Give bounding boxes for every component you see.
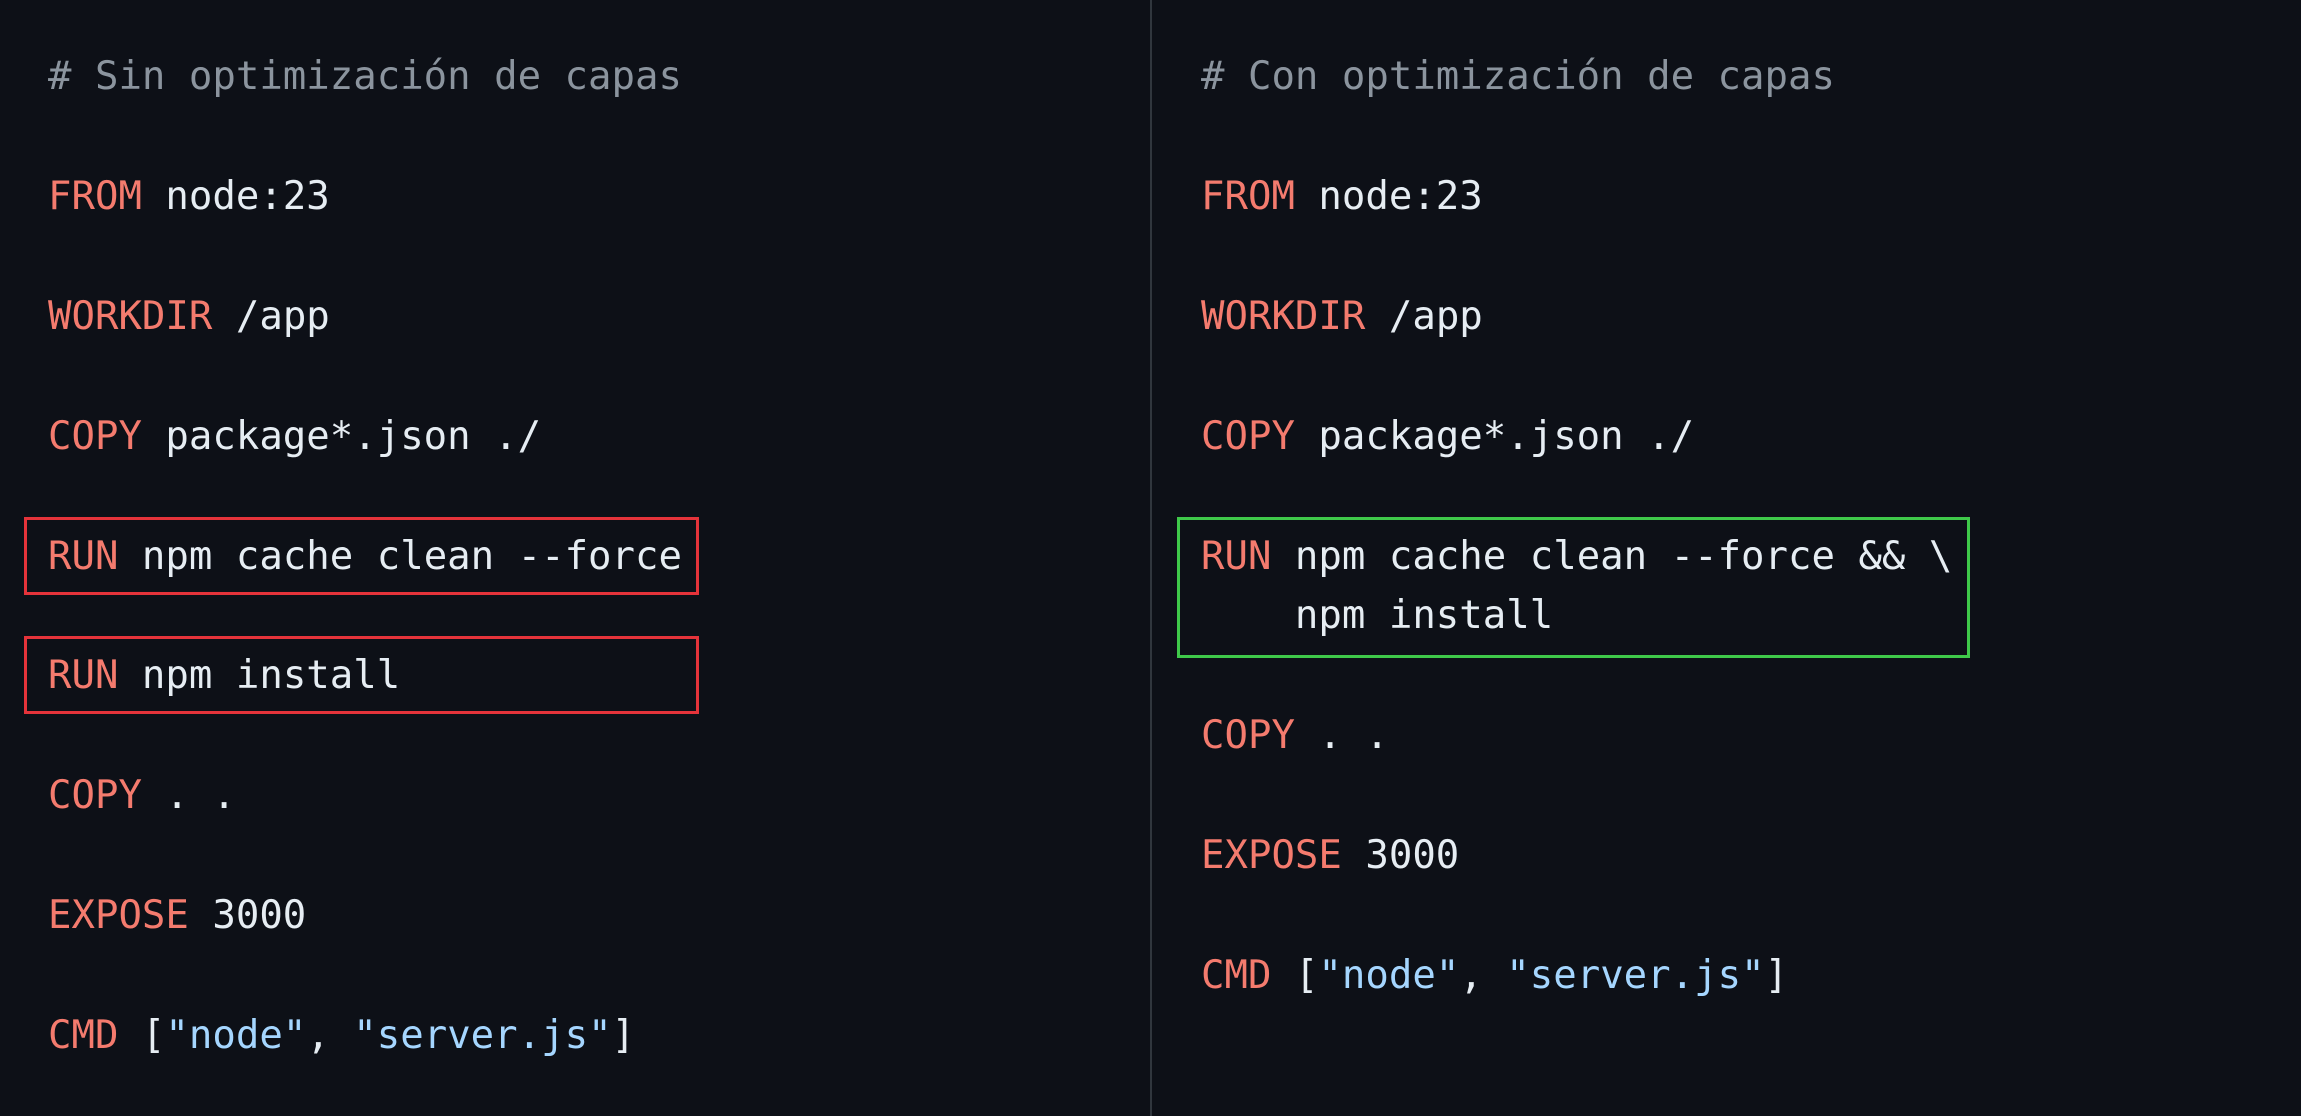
expose-line: EXPOSE 3000	[48, 886, 306, 946]
cmd-bracket-close: ]	[1764, 953, 1789, 998]
copy-package-line: COPY package*.json ./	[1201, 407, 1694, 467]
copy-package-line: COPY package*.json ./	[48, 407, 541, 467]
run-argument: npm install	[118, 653, 401, 698]
expose-argument: 3000	[188, 893, 307, 938]
cmd-string-server: "server.js"	[353, 1013, 612, 1058]
from-line: FROM node:23	[48, 167, 330, 227]
cmd-keyword: CMD	[48, 1013, 119, 1058]
from-keyword: FROM	[1201, 174, 1295, 219]
run-keyword: RUN	[48, 653, 119, 698]
cmd-line: CMD ["node", "server.js"]	[1201, 946, 1788, 1006]
run-cache-clean-line: RUN npm cache clean --force	[48, 527, 682, 587]
workdir-argument: /app	[212, 294, 330, 339]
expose-keyword: EXPOSE	[48, 893, 189, 938]
from-line: FROM node:23	[1201, 167, 1483, 227]
expose-argument: 3000	[1341, 833, 1460, 878]
workdir-line: WORKDIR /app	[1201, 287, 1483, 347]
from-argument: node:23	[1294, 174, 1483, 219]
cmd-separator: ,	[306, 1013, 354, 1058]
copy-keyword: COPY	[48, 414, 142, 459]
copy-all-line: COPY . .	[48, 766, 236, 826]
expose-keyword: EXPOSE	[1201, 833, 1342, 878]
copy-keyword: COPY	[1201, 713, 1295, 758]
workdir-keyword: WORKDIR	[1201, 294, 1366, 339]
run-continuation-line: npm install	[1201, 593, 1554, 638]
cmd-bracket-open: [	[118, 1013, 166, 1058]
run-keyword: RUN	[48, 534, 119, 579]
comment-line: # Con optimización de capas	[1201, 54, 1835, 99]
run-argument: npm cache clean --force	[118, 534, 682, 579]
from-argument: node:23	[141, 174, 330, 219]
run-keyword: RUN	[1201, 534, 1272, 579]
cmd-line: CMD ["node", "server.js"]	[48, 1006, 635, 1066]
cmd-keyword: CMD	[1201, 953, 1272, 998]
copy-keyword: COPY	[48, 773, 142, 818]
copy-argument: package*.json ./	[1294, 414, 1695, 459]
workdir-keyword: WORKDIR	[48, 294, 213, 339]
dockerfile-optimized-pane: # Con optimización de capas FROM node:23…	[1152, 0, 2301, 1116]
workdir-line: WORKDIR /app	[48, 287, 330, 347]
expose-line: EXPOSE 3000	[1201, 826, 1459, 886]
comment-line: # Sin optimización de capas	[48, 54, 682, 99]
dockerfile-unoptimized-pane: # Sin optimización de capas FROM node:23…	[0, 0, 1150, 1116]
cmd-bracket-open: [	[1271, 953, 1319, 998]
copy-all-line: COPY . .	[1201, 706, 1389, 766]
copy-argument: package*.json ./	[141, 414, 542, 459]
cmd-separator: ,	[1459, 953, 1507, 998]
copy-keyword: COPY	[1201, 414, 1295, 459]
workdir-argument: /app	[1365, 294, 1483, 339]
cmd-string-node: "node"	[165, 1013, 307, 1058]
run-install-line: RUN npm install	[48, 646, 400, 706]
from-keyword: FROM	[48, 174, 142, 219]
run-argument: npm cache clean --force && \	[1271, 534, 1953, 579]
run-combined-line: RUN npm cache clean --force && \	[1201, 527, 1952, 587]
copy-argument: . .	[1294, 713, 1389, 758]
cmd-string-server: "server.js"	[1506, 953, 1765, 998]
cmd-bracket-close: ]	[611, 1013, 636, 1058]
cmd-string-node: "node"	[1318, 953, 1460, 998]
copy-argument: . .	[141, 773, 236, 818]
